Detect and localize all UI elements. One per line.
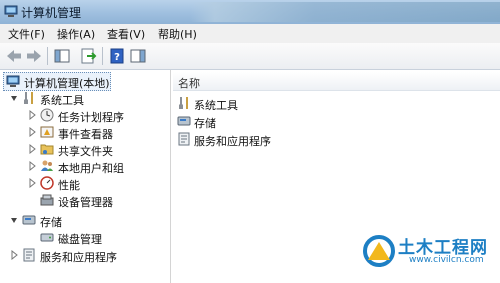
tree-node-label: 任务计划程序 bbox=[58, 111, 124, 124]
tree-node-performance[interactable]: 性能 bbox=[28, 175, 158, 192]
console-tree: 计算机管理(本地) 系统工具 任务计划程序 事件查看器 共享文件夹 本地用户和组… bbox=[0, 70, 171, 283]
back-icon[interactable] bbox=[4, 46, 24, 66]
performance-icon bbox=[40, 176, 54, 190]
computer-management-icon bbox=[4, 5, 18, 17]
list-item-system-tools[interactable]: 系统工具 bbox=[177, 95, 297, 112]
tree-node-device-manager[interactable]: 设备管理器 bbox=[28, 192, 158, 209]
device-manager-icon bbox=[40, 194, 54, 206]
event-viewer-icon bbox=[40, 126, 54, 138]
storage-icon bbox=[22, 215, 36, 225]
show-hide-action-pane-icon[interactable] bbox=[128, 46, 148, 66]
watermark: 土木工程网 www.civilcn.com bbox=[362, 230, 498, 280]
menu-file[interactable]: 文件(F) bbox=[8, 26, 45, 42]
list-item-label: 存储 bbox=[194, 117, 216, 130]
tree-node-label: 设备管理器 bbox=[58, 196, 113, 209]
menu-help[interactable]: 帮助(H) bbox=[158, 26, 197, 42]
services-applications-icon bbox=[23, 248, 35, 262]
tree-node-storage[interactable]: 存储 bbox=[10, 212, 120, 229]
tree-node-system-tools[interactable]: 系统工具 bbox=[10, 90, 120, 107]
toolbar-separator bbox=[102, 47, 103, 65]
watermark-logo-icon bbox=[363, 235, 395, 267]
toolbar: ? bbox=[0, 43, 500, 70]
list-item-label: 服务和应用程序 bbox=[194, 135, 271, 148]
list-item-label: 系统工具 bbox=[194, 99, 238, 112]
tree-node-label: 存储 bbox=[40, 216, 62, 229]
menu-bar: 文件(F) 操作(A) 查看(V) 帮助(H) bbox=[0, 24, 500, 44]
collapsed-arrow-icon[interactable] bbox=[28, 110, 36, 120]
tree-node-event-viewer[interactable]: 事件查看器 bbox=[28, 124, 158, 141]
users-group-icon bbox=[41, 160, 53, 171]
tree-node-label: 服务和应用程序 bbox=[40, 251, 117, 264]
tree-node-label: 本地用户和组 bbox=[58, 162, 124, 175]
system-tools-icon bbox=[179, 97, 188, 109]
collapsed-arrow-icon[interactable] bbox=[10, 250, 18, 260]
list-item-storage[interactable]: 存储 bbox=[177, 113, 297, 130]
system-tools-icon bbox=[24, 92, 33, 104]
task-scheduler-icon bbox=[40, 108, 54, 122]
column-header-name[interactable]: 名称 bbox=[173, 72, 500, 91]
column-header-label: 名称 bbox=[178, 77, 200, 90]
title-bar-background bbox=[190, 2, 500, 22]
forward-icon[interactable] bbox=[24, 46, 44, 66]
disk-management-icon bbox=[40, 233, 54, 242]
tree-node-local-users-groups[interactable]: 本地用户和组 bbox=[28, 158, 158, 175]
title-bar: 计算机管理 bbox=[0, 0, 500, 24]
window-title: 计算机管理 bbox=[21, 6, 82, 20]
computer-management-icon bbox=[6, 75, 20, 87]
tree-node-label: 磁盘管理 bbox=[58, 233, 102, 246]
tree-node-label: 共享文件夹 bbox=[58, 145, 113, 158]
help-icon[interactable]: ? bbox=[107, 46, 127, 66]
tree-node-label: 性能 bbox=[58, 179, 80, 192]
storage-icon bbox=[177, 116, 191, 126]
tree-node-label: 计算机管理(本地) bbox=[24, 77, 110, 90]
tree-node-computer-management[interactable]: 计算机管理(本地) bbox=[6, 73, 116, 90]
shared-folder-icon bbox=[40, 144, 54, 155]
watermark-url: www.civilcn.com bbox=[409, 255, 484, 265]
collapsed-arrow-icon[interactable] bbox=[28, 127, 36, 137]
svg-text:?: ? bbox=[114, 52, 120, 63]
tree-node-label: 事件查看器 bbox=[58, 128, 113, 141]
tree-node-services-applications[interactable]: 服务和应用程序 bbox=[10, 247, 140, 264]
expanded-arrow-icon[interactable] bbox=[10, 93, 18, 103]
collapsed-arrow-icon[interactable] bbox=[28, 144, 36, 154]
tree-node-disk-management[interactable]: 磁盘管理 bbox=[28, 229, 158, 246]
show-hide-tree-icon[interactable] bbox=[52, 46, 72, 66]
expanded-arrow-icon[interactable] bbox=[10, 215, 18, 225]
collapsed-arrow-icon[interactable] bbox=[28, 161, 36, 171]
menu-view[interactable]: 查看(V) bbox=[107, 26, 145, 42]
menu-action[interactable]: 操作(A) bbox=[57, 26, 95, 42]
collapsed-arrow-icon[interactable] bbox=[28, 178, 36, 188]
tree-node-shared-folders[interactable]: 共享文件夹 bbox=[28, 141, 158, 158]
tree-node-task-scheduler[interactable]: 任务计划程序 bbox=[28, 107, 158, 124]
toolbar-separator bbox=[47, 47, 48, 65]
tree-node-label: 系统工具 bbox=[40, 94, 84, 107]
list-item-services-applications[interactable]: 服务和应用程序 bbox=[177, 131, 317, 148]
services-applications-icon bbox=[178, 132, 190, 146]
export-list-icon[interactable] bbox=[78, 46, 98, 66]
